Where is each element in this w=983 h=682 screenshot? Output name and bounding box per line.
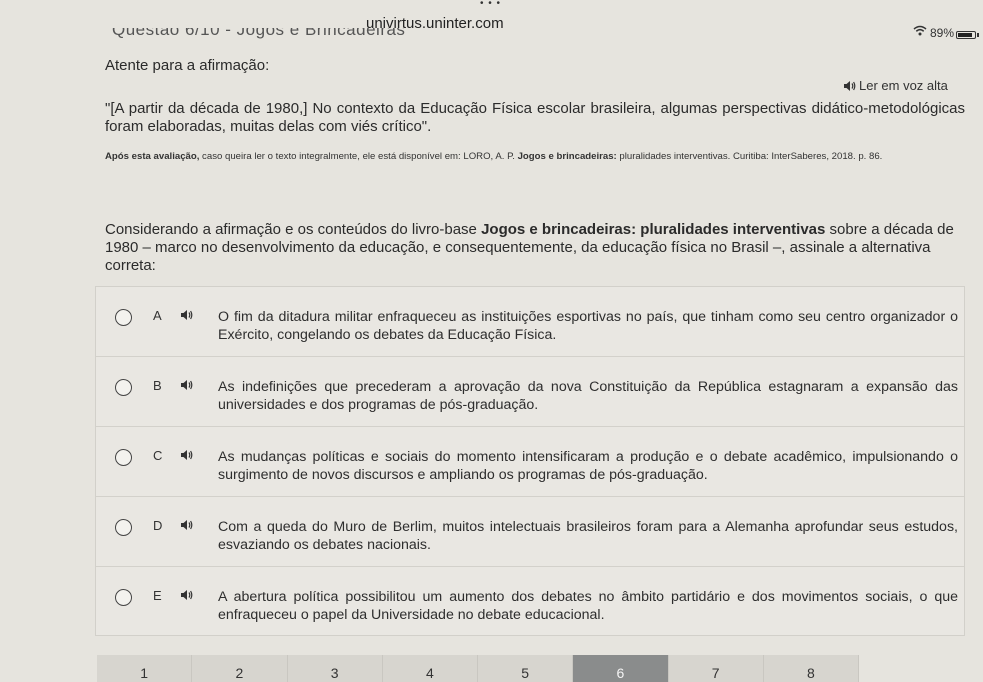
option-text: O fim da ditadura militar enfraqueceu as… [218,309,958,343]
option-letter: A [153,308,162,323]
battery-icon [956,31,976,39]
option-d[interactable]: D Com a queda do Muro de Berlim, muitos … [96,497,964,567]
quote-text: "[A partir da década de 1980,] No contex… [105,100,965,135]
statement-start: Considerando a afirmação e os conteúdos … [105,221,482,238]
answer-options: A O fim da ditadura militar enfraqueceu … [95,286,965,636]
read-aloud-label: Ler em voz alta [859,78,948,93]
option-letter: E [153,588,162,603]
speaker-icon[interactable] [180,449,193,461]
speaker-icon[interactable] [180,589,193,601]
option-text: As indefinições que precederam a aprovaç… [218,379,958,413]
option-text: Com a queda do Muro de Berlim, muitos in… [218,519,958,553]
page-button-8[interactable]: 8 [763,655,859,682]
page-button-1[interactable]: 1 [97,655,193,682]
source-intro-bold: Após esta avaliação, [105,151,200,162]
read-aloud-button[interactable]: Ler em voz alta [843,78,948,93]
battery-tip [977,33,979,37]
page-button-3[interactable]: 3 [287,655,383,682]
option-letter: B [153,378,162,393]
wifi-icon [913,25,927,36]
url-label[interactable]: univirtus.uninter.com [366,15,504,32]
radio-button-c[interactable] [115,449,132,466]
speaker-icon [844,80,856,91]
source-intro: caso queira ler o texto integralmente, e… [199,151,518,162]
battery-level-fill [958,33,973,37]
browser-status-bar: • • • Questão 6/10 - Jogos e Brincadeira… [0,0,983,48]
radio-button-d[interactable] [115,519,132,536]
speaker-icon[interactable] [180,309,193,321]
option-text: As mudanças políticas e sociais do momen… [218,449,958,483]
question-statement: Considerando a afirmação e os conteúdos … [105,221,965,275]
page: • • • Questão 6/10 - Jogos e Brincadeira… [0,0,983,682]
source-title: Jogos e brincadeiras: [517,151,617,162]
question-pagination: 1 2 3 4 5 6 7 8 [97,655,859,682]
source-reference: Após esta avaliação, caso queira ler o t… [105,150,975,163]
radio-button-e[interactable] [115,589,132,606]
speaker-icon[interactable] [180,379,193,391]
instruction-text: Atente para a afirmação: [105,57,270,74]
speaker-icon[interactable] [180,519,193,531]
option-b[interactable]: B As indefinições que precederam a aprov… [96,357,964,427]
radio-button-b[interactable] [115,379,132,396]
option-e[interactable]: E A abertura política possibilitou um au… [96,567,964,637]
source-rest: pluralidades interventivas. Curitiba: In… [616,151,883,162]
page-button-7[interactable]: 7 [668,655,764,682]
option-c[interactable]: C As mudanças políticas e sociais do mom… [96,427,964,497]
option-letter: C [153,448,163,463]
page-button-2[interactable]: 2 [192,655,288,682]
statement-book-title: Jogos e brincadeiras: pluralidades inter… [481,221,826,238]
page-button-5[interactable]: 5 [478,655,574,682]
option-letter: D [153,518,163,533]
page-button-6[interactable]: 6 [573,655,669,682]
more-dots-icon[interactable]: • • • [480,0,501,9]
option-a[interactable]: A O fim da ditadura militar enfraqueceu … [96,287,964,357]
page-title-truncated: Questão 6/10 - Jogos e Brincadeiras [112,20,406,39]
page-button-4[interactable]: 4 [382,655,478,682]
battery-percent: 89% [930,26,955,40]
option-text: A abertura política possibilitou um aume… [218,589,958,623]
radio-button-a[interactable] [115,309,132,326]
